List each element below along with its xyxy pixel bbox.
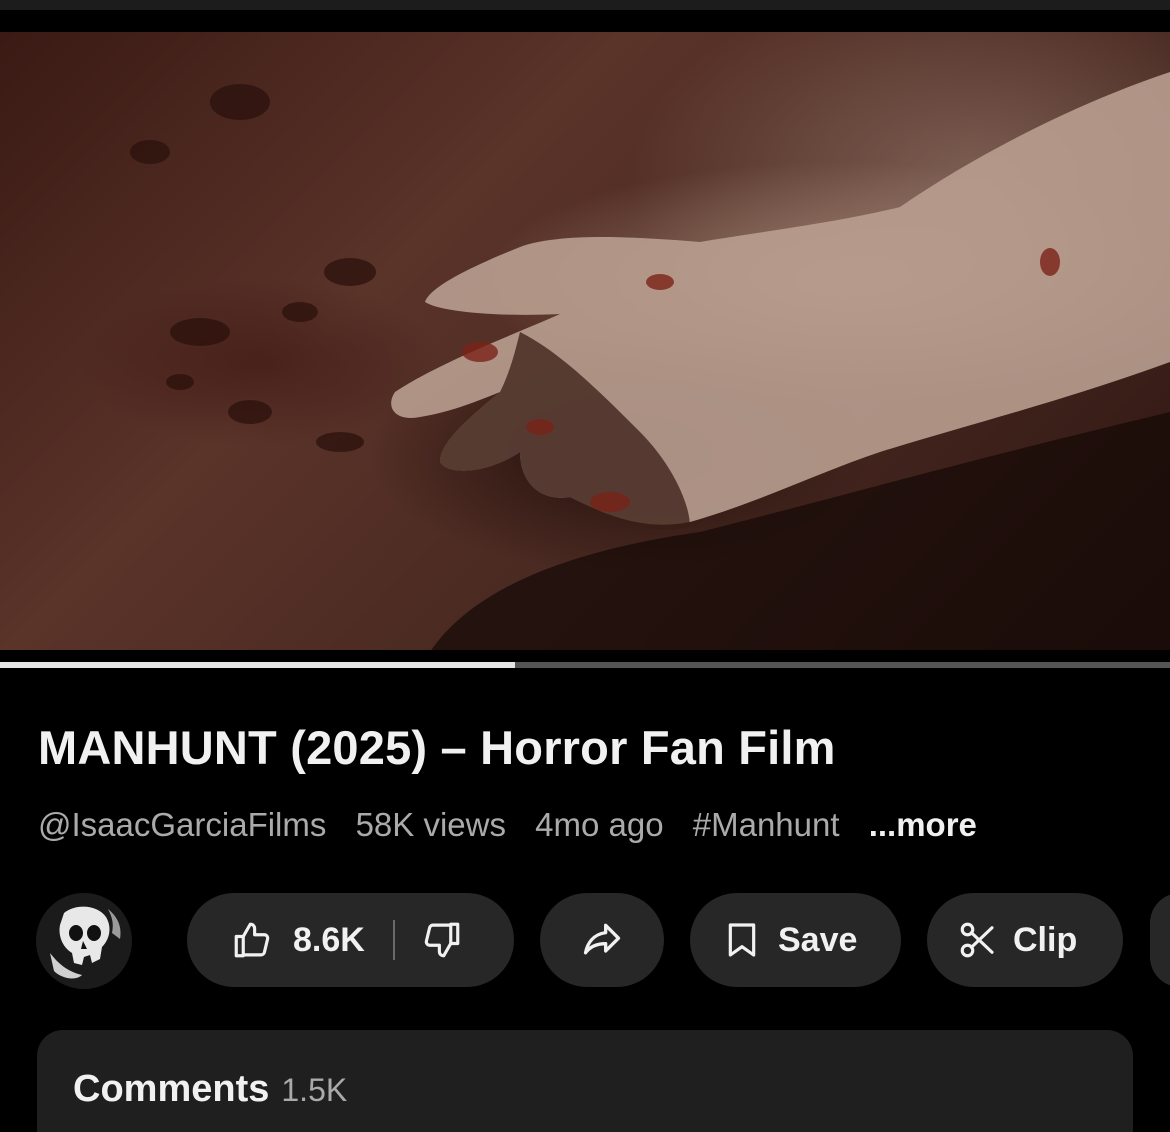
bookmark-icon bbox=[722, 919, 762, 961]
video-title: MANHUNT (2025) – Horror Fan Film bbox=[38, 721, 836, 774]
video-player[interactable] bbox=[0, 32, 1170, 650]
thumbs-up-icon[interactable] bbox=[231, 919, 273, 961]
upload-age: 4mo ago bbox=[535, 806, 664, 843]
video-progress-fill bbox=[0, 662, 515, 668]
video-frame-image bbox=[130, 72, 1170, 650]
more-description-link[interactable]: ...more bbox=[869, 806, 977, 843]
video-progress-bar[interactable] bbox=[0, 662, 1170, 668]
save-button[interactable]: Save bbox=[690, 893, 901, 987]
video-meta-row[interactable]: @IsaacGarciaFilms 58K views 4mo ago #Man… bbox=[38, 806, 977, 844]
top-bar bbox=[0, 0, 1170, 10]
skull-avatar-icon bbox=[36, 893, 132, 989]
like-divider bbox=[392, 920, 395, 960]
share-arrow-icon bbox=[580, 918, 624, 962]
hashtag-link[interactable]: #Manhunt bbox=[693, 806, 840, 843]
share-button[interactable] bbox=[540, 893, 664, 987]
video-watch-page: MANHUNT (2025) – Horror Fan Film @IsaacG… bbox=[0, 0, 1170, 1132]
carpet-stains bbox=[130, 84, 376, 452]
view-count: 58K views bbox=[355, 806, 506, 843]
comments-label: Comments bbox=[73, 1068, 270, 1110]
comments-header: Comments 1.5K bbox=[73, 1068, 347, 1111]
like-count[interactable]: 8.6K bbox=[293, 921, 365, 960]
channel-avatar[interactable] bbox=[36, 893, 132, 989]
more-actions-button[interactable] bbox=[1150, 893, 1170, 987]
like-dislike-group: 8.6K bbox=[187, 893, 514, 987]
thumbs-down-icon[interactable] bbox=[421, 919, 463, 961]
comments-count: 1.5K bbox=[281, 1072, 348, 1108]
scissors-icon bbox=[957, 919, 999, 961]
clip-button[interactable]: Clip bbox=[927, 893, 1123, 987]
clip-label: Clip bbox=[1013, 920, 1078, 959]
channel-handle[interactable]: @IsaacGarciaFilms bbox=[38, 806, 326, 843]
save-label: Save bbox=[778, 920, 858, 959]
comments-panel[interactable]: Comments 1.5K bbox=[37, 1030, 1133, 1132]
